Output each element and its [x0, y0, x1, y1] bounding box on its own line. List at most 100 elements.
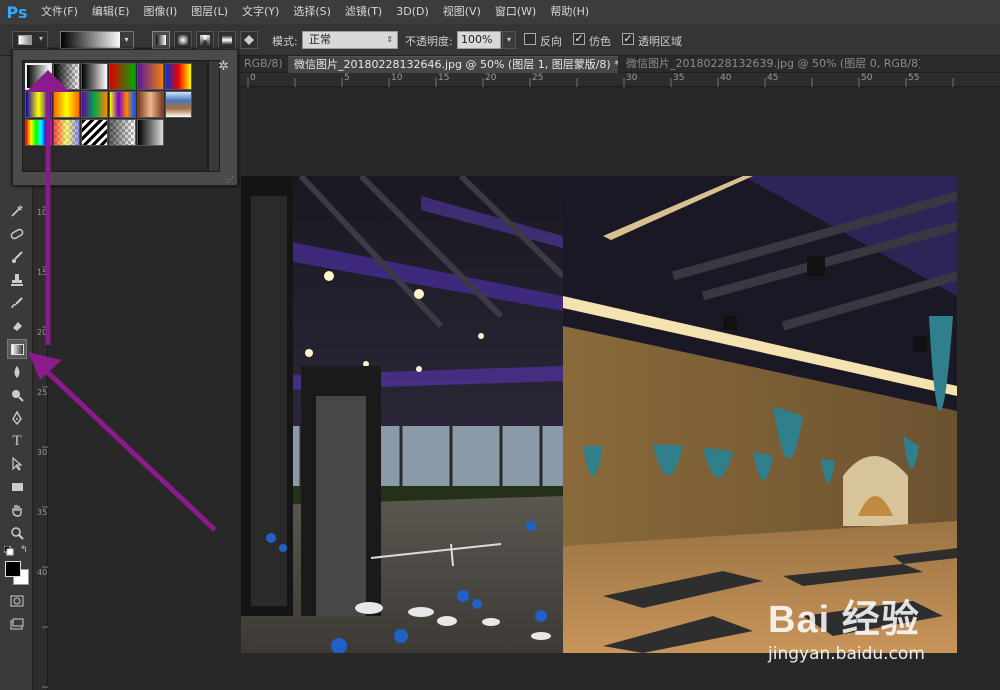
reverse-checkbox[interactable]	[524, 33, 536, 45]
chevron-down-icon[interactable]: ▾	[502, 31, 516, 49]
eraser-icon[interactable]	[7, 316, 27, 336]
menu-window[interactable]: 窗口(W)	[488, 0, 543, 24]
gradient-preset-neutral-density[interactable]	[109, 119, 136, 146]
gear-icon[interactable]: ✲	[218, 59, 229, 74]
menu-image[interactable]: 图像(I)	[136, 0, 184, 24]
ruler-tick-label: 20	[37, 328, 48, 337]
ruler-tick-label: 20	[485, 73, 497, 83]
photoshop-logo[interactable]: Ps	[0, 0, 34, 24]
zoom-icon[interactable]	[7, 523, 27, 543]
opacity-label: 不透明度:	[405, 35, 453, 48]
ruler-tick-label: 35	[673, 73, 685, 83]
ruler-tick-label: 0	[250, 73, 256, 83]
linear-gradient-button[interactable]	[152, 31, 170, 49]
ruler-tick-label: 5	[344, 73, 350, 83]
menu-layer[interactable]: 图层(L)	[184, 0, 235, 24]
ruler-tick-label: 25	[532, 73, 544, 83]
ruler-tick-label: 45	[767, 73, 779, 83]
menu-view[interactable]: 视图(V)	[436, 0, 488, 24]
menu-edit[interactable]: 编辑(E)	[85, 0, 137, 24]
gradient-preset-extra[interactable]	[137, 119, 164, 146]
ruler-tick-label: 40	[720, 73, 732, 83]
ruler-tick-label: 15	[438, 73, 450, 83]
mode-label: 模式:	[272, 35, 298, 48]
chevron-down-icon[interactable]: ▾	[120, 32, 133, 48]
blur-icon[interactable]	[7, 362, 27, 382]
ruler-tick-label: 40	[37, 568, 48, 577]
swap-colors-icon[interactable]: ↰	[20, 545, 28, 555]
menu-filter[interactable]: 滤镜(T)	[338, 0, 389, 24]
tool-preset-picker[interactable]: ▾	[12, 31, 48, 49]
gradient-preset-transparent-stripes[interactable]	[81, 119, 108, 146]
menu-3d[interactable]: 3D(D)	[389, 0, 436, 24]
tool-preset-icon	[18, 35, 32, 45]
gradient-preset-violet-orange[interactable]	[137, 63, 164, 90]
tab-inactive-document[interactable]: 微信图片_20180228132639.jpg @ 50% (图层 0, RGB…	[620, 56, 920, 73]
menu-type[interactable]: 文字(Y)	[235, 0, 286, 24]
brush-icon[interactable]	[7, 247, 27, 267]
reverse-label: 反向	[540, 35, 562, 48]
opacity-input[interactable]: 100%	[457, 31, 501, 49]
document-tab-bar: RGB/8) * 微信图片_20180228132646.jpg @ 50% (…	[238, 56, 1000, 73]
chevron-updown-icon: ⇕	[386, 35, 393, 44]
menu-help[interactable]: 帮助(H)	[543, 0, 596, 24]
history-brush-icon[interactable]	[7, 293, 27, 313]
ruler-tick-label: 50	[861, 73, 873, 83]
gradient-preset-yellow-violet-orange-blue[interactable]	[109, 91, 136, 118]
gradient-icon[interactable]	[7, 339, 27, 359]
gradient-picker-popup: ✲ ⋰	[12, 49, 238, 186]
gradient-preset-red-green[interactable]	[109, 63, 136, 90]
type-icon[interactable]: T	[7, 431, 27, 451]
dodge-icon[interactable]	[7, 385, 27, 405]
angle-gradient-button[interactable]	[196, 31, 214, 49]
menu-select[interactable]: 选择(S)	[286, 0, 338, 24]
ruler-tick-label: 10	[391, 73, 403, 83]
gradient-preset-transparent-rainbow[interactable]	[53, 119, 80, 146]
gradient-preset-orange-yellow-orange[interactable]	[53, 91, 80, 118]
tab-active-label: 微信图片_20180228132646.jpg @ 50% (图层 1, 图层蒙…	[294, 58, 618, 71]
gradient-preset-violet-green-orange[interactable]	[81, 91, 108, 118]
healing-brush-icon[interactable]	[7, 224, 27, 244]
eyedropper-icon[interactable]	[7, 201, 27, 221]
screen-mode-icon[interactable]	[7, 614, 27, 634]
gradient-preview[interactable]	[61, 32, 121, 48]
radial-gradient-button[interactable]	[174, 31, 192, 49]
rectangle-icon[interactable]	[7, 477, 27, 497]
ruler-tick-label: 10	[37, 208, 48, 217]
resize-grip-icon[interactable]: ⋰	[226, 175, 234, 184]
menu-file[interactable]: 文件(F)	[34, 0, 85, 24]
transparency-checkbox[interactable]: ✓	[622, 33, 634, 45]
quick-mask-icon[interactable]	[7, 591, 27, 611]
dither-checkbox[interactable]: ✓	[573, 33, 585, 45]
pen-icon[interactable]	[7, 408, 27, 428]
ruler-tick-label: 15	[37, 268, 48, 277]
gradient-preset-foreground-to-transparent[interactable]	[53, 63, 80, 90]
gradient-grid-scrollbar[interactable]	[208, 60, 220, 172]
ruler-tick-label: 30	[37, 448, 48, 457]
gradient-preset-chrome[interactable]	[165, 91, 192, 118]
reflected-gradient-button[interactable]	[218, 31, 236, 49]
gradient-preset-spectrum[interactable]	[25, 119, 52, 146]
arrow-to-gradient-tool	[38, 363, 217, 532]
gradient-preset-blue-red-yellow[interactable]	[165, 63, 192, 90]
menu-bar: Ps 文件(F) 编辑(E) 图像(I) 图层(L) 文字(Y) 选择(S) 滤…	[0, 0, 1000, 24]
gradient-preset-blue-yellow-blue[interactable]	[25, 91, 52, 118]
hand-icon[interactable]	[7, 500, 27, 520]
gradient-preset-copper[interactable]	[137, 91, 164, 118]
ruler-horizontal[interactable]: 0 5 10 15 20 25 30 35 40 45 50 55	[238, 73, 1000, 87]
tab-partial[interactable]: RGB/8) *	[238, 56, 286, 73]
path-select-icon[interactable]	[7, 454, 27, 474]
gradient-preset-foreground-to-background[interactable]	[25, 63, 52, 90]
tab-active-document[interactable]: 微信图片_20180228132646.jpg @ 50% (图层 1, 图层蒙…	[288, 56, 618, 73]
gradient-preset-black-white[interactable]	[81, 63, 108, 90]
document-canvas[interactable]	[241, 176, 957, 653]
default-colors-icon[interactable]	[3, 545, 14, 556]
diamond-gradient-button[interactable]	[240, 31, 258, 49]
gym-photo-left	[241, 176, 563, 653]
mode-select[interactable]: 正常 ⇕	[302, 31, 398, 49]
foreground-color-swatch[interactable]	[5, 561, 21, 577]
ruler-tick-label: 55	[908, 73, 920, 83]
clone-stamp-icon[interactable]	[7, 270, 27, 290]
gradient-editor-swatch[interactable]: ▾	[60, 31, 134, 49]
gradient-swatch-grid	[22, 60, 208, 172]
